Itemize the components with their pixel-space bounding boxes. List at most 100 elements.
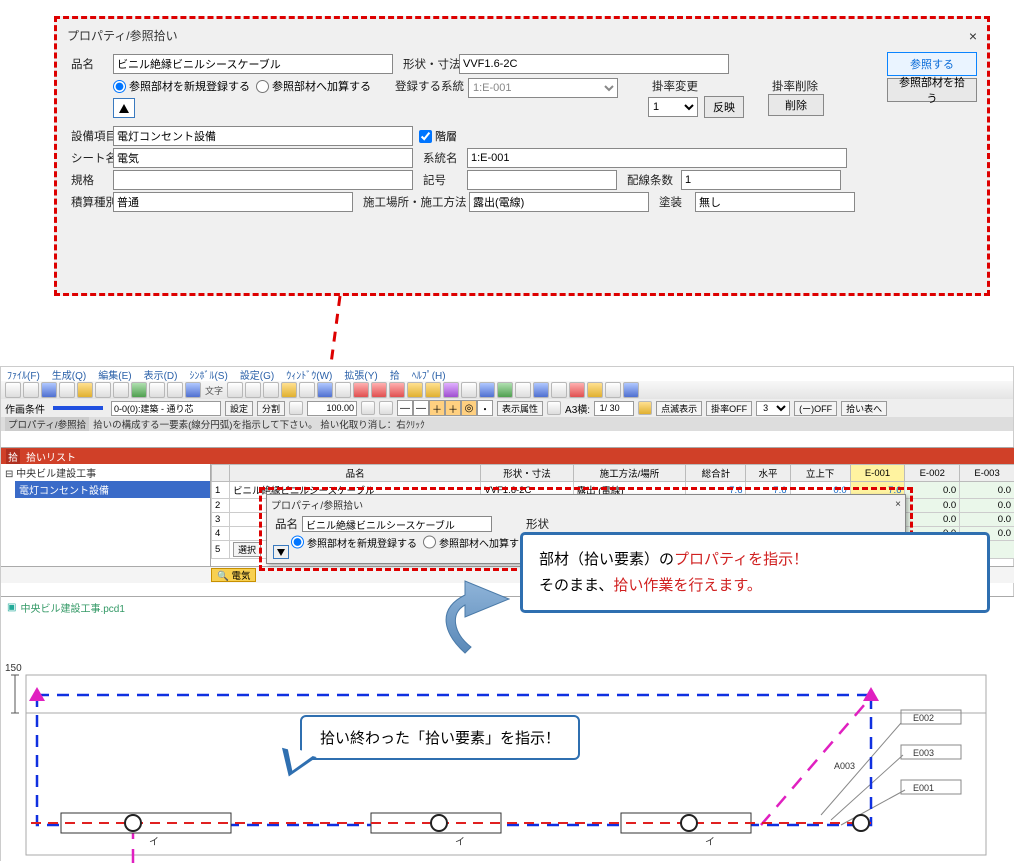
col-name[interactable]: 品名: [230, 465, 481, 482]
toolbar-icon[interactable]: [245, 382, 261, 398]
snap-seg[interactable]: ・: [477, 400, 493, 416]
snap-seg[interactable]: ―: [413, 400, 429, 416]
toolbar-icon[interactable]: [353, 382, 369, 398]
shape-input[interactable]: [459, 54, 729, 74]
col-e001[interactable]: E-001: [850, 465, 905, 482]
menu-generate[interactable]: 生成(Q): [52, 367, 86, 382]
symbol-input[interactable]: [467, 170, 617, 190]
toolbar-icon[interactable]: [587, 382, 603, 398]
toolbar-icon[interactable]: [547, 401, 561, 415]
blink-display-button[interactable]: 点滅表示: [656, 401, 702, 416]
register-system-select[interactable]: 1:E-001: [468, 78, 618, 98]
pick-reference-button[interactable]: 参照部材を拾う: [887, 78, 977, 102]
col-shape[interactable]: 形状・寸法: [481, 465, 573, 482]
floor-checkbox-input[interactable]: [419, 130, 432, 143]
select-row-button[interactable]: 選択: [233, 542, 261, 557]
toolbar-icon[interactable]: [389, 382, 405, 398]
toolbar-icon[interactable]: [605, 382, 621, 398]
tree-root[interactable]: ⊟ 中央ビル建設工事: [1, 464, 210, 481]
toolbar-icon[interactable]: [461, 382, 477, 398]
toolbar-icon[interactable]: [59, 382, 75, 398]
toolbar-icon[interactable]: [41, 382, 57, 398]
menu-window[interactable]: ｳｨﾝﾄﾞｳ(W): [286, 367, 332, 382]
zoom-input[interactable]: [307, 401, 357, 416]
menu-edit[interactable]: 編集(E): [98, 367, 131, 382]
toolbar-icon[interactable]: [425, 382, 441, 398]
snap-seg[interactable]: ◎: [461, 400, 477, 416]
toolbar-icon[interactable]: [371, 382, 387, 398]
tree-item-selected[interactable]: 電灯コンセント設備: [15, 481, 210, 498]
to-picklist-button[interactable]: 拾い表へ: [841, 401, 887, 416]
menu-file[interactable]: ﾌｧｲﾙ(F): [7, 367, 40, 382]
toolbar-icon[interactable]: [167, 382, 183, 398]
settings-button[interactable]: 設定: [225, 401, 253, 416]
footer-tag[interactable]: 🔍 電気: [211, 568, 256, 582]
toolbar-icon[interactable]: [23, 382, 39, 398]
col-vert[interactable]: 立上下: [790, 465, 850, 482]
mini-product-input[interactable]: [302, 516, 492, 532]
toolbar-icon[interactable]: [227, 382, 243, 398]
toolbar-icon[interactable]: [335, 382, 351, 398]
rate-select[interactable]: 1: [648, 97, 698, 117]
close-icon[interactable]: ×: [969, 28, 977, 44]
toolbar-icon[interactable]: [289, 401, 303, 415]
floor-checkbox[interactable]: 階層: [419, 128, 457, 144]
toolbar-icon[interactable]: [638, 401, 652, 415]
toolbar-icon[interactable]: [443, 382, 459, 398]
toolbar-icon[interactable]: [299, 382, 315, 398]
reflect-button[interactable]: 反映: [704, 96, 744, 118]
toolbar-icon[interactable]: [379, 401, 393, 415]
toolbar-icon[interactable]: [95, 382, 111, 398]
equip-input[interactable]: [113, 126, 413, 146]
reference-button[interactable]: 参照する: [887, 52, 977, 76]
toolbar-icon[interactable]: [515, 382, 531, 398]
radio-add-register[interactable]: 参照部材へ加算する: [256, 78, 371, 94]
expand-toggle[interactable]: [113, 98, 135, 118]
display-attr-button[interactable]: 表示属性: [497, 401, 543, 416]
toolbar-icon[interactable]: [77, 382, 93, 398]
paint-input[interactable]: [695, 192, 855, 212]
toolbar-icon[interactable]: [5, 382, 21, 398]
line-style-preview[interactable]: [53, 406, 103, 410]
col-total[interactable]: 総合計: [686, 465, 746, 482]
esttype-input[interactable]: [113, 192, 353, 212]
col-method[interactable]: 施工方法/場所: [573, 465, 686, 482]
paren-off-button[interactable]: (ー)OFF: [794, 401, 837, 416]
split-button[interactable]: 分割: [257, 401, 285, 416]
wirecount-input[interactable]: [681, 170, 841, 190]
toolbar-icon[interactable]: [551, 382, 567, 398]
toolbar-icon[interactable]: [497, 382, 513, 398]
systemname-input[interactable]: [467, 148, 847, 168]
menu-symbol[interactable]: ｼﾝﾎﾞﾙ(S): [189, 367, 227, 382]
delete-button[interactable]: 削除: [768, 94, 824, 116]
col-horiz[interactable]: 水平: [746, 465, 790, 482]
toolbar-icon[interactable]: [131, 382, 147, 398]
col-e003[interactable]: E-003: [960, 465, 1014, 482]
mini-expand-toggle[interactable]: [273, 545, 289, 559]
toolbar-icon[interactable]: [479, 382, 495, 398]
menu-ext[interactable]: 拡張(Y): [344, 367, 377, 382]
toolbar-icon[interactable]: [533, 382, 549, 398]
menu-pick[interactable]: 拾: [390, 367, 400, 382]
sheet-input[interactable]: [113, 148, 413, 168]
menu-view[interactable]: 表示(D): [144, 367, 178, 382]
mini-radio-add[interactable]: 参照部材へ加算する: [423, 534, 529, 550]
mini-radio-new[interactable]: 参照部材を新規登録する: [291, 534, 417, 550]
toolbar-icon[interactable]: [361, 401, 375, 415]
close-icon[interactable]: ×: [895, 499, 901, 510]
toolbar-icon[interactable]: [263, 382, 279, 398]
scale-input[interactable]: [594, 401, 634, 416]
rate-off-button[interactable]: 掛率OFF: [706, 401, 752, 416]
radio-new-register[interactable]: 参照部材を新規登録する: [113, 78, 250, 94]
layer-input[interactable]: [111, 401, 221, 416]
menu-help[interactable]: ﾍﾙﾌﾟ(H): [412, 367, 446, 382]
snap-seg[interactable]: ―: [397, 400, 413, 416]
toolbar-icon[interactable]: [149, 382, 165, 398]
toolbar-icon[interactable]: [569, 382, 585, 398]
snap-seg[interactable]: ＋: [445, 400, 461, 416]
method-input[interactable]: [469, 192, 649, 212]
spec-input[interactable]: [113, 170, 413, 190]
toolbar-icon[interactable]: [113, 382, 129, 398]
col-e002[interactable]: E-002: [905, 465, 960, 482]
toolbar-icon[interactable]: [185, 382, 201, 398]
